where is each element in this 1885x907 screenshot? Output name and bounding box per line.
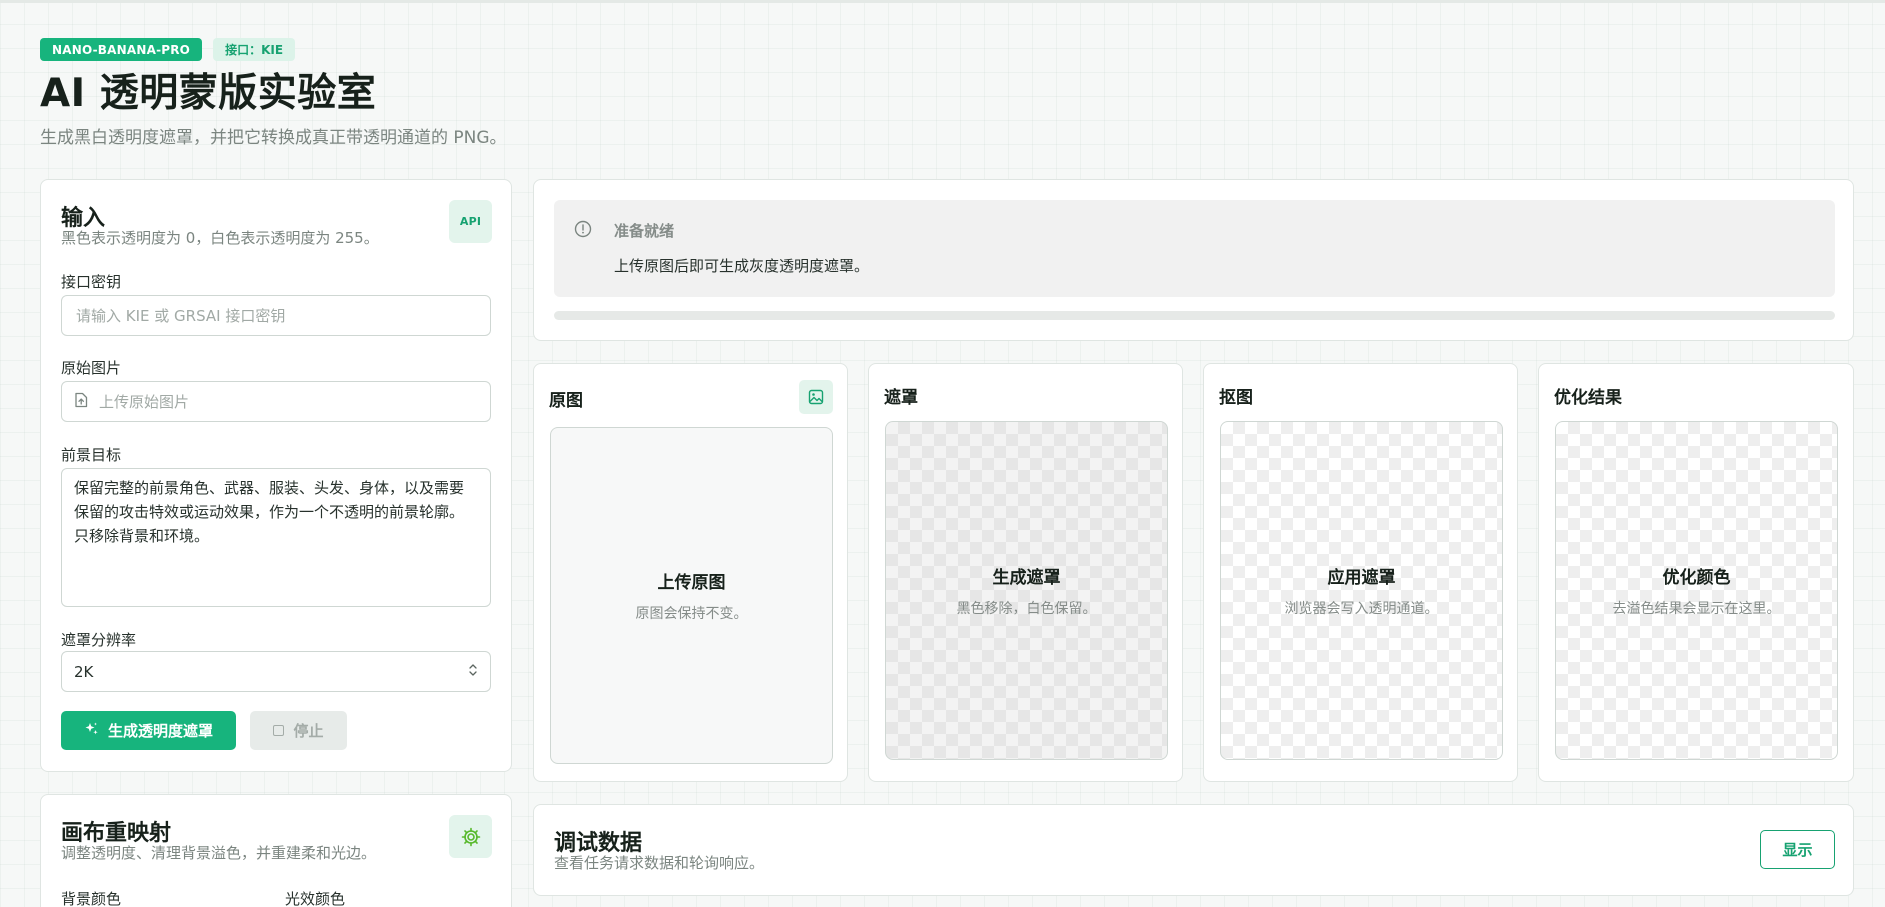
status-panel: 准备就绪 上传原图后即可生成灰度透明度遮罩。 <box>533 179 1854 341</box>
stop-button[interactable]: 停止 <box>250 711 347 750</box>
generate-mask-label: 生成透明度遮罩 <box>107 723 213 740</box>
stop-label: 停止 <box>293 723 324 740</box>
mask-resolution-select[interactable]: 2K <box>61 651 491 692</box>
foreground-target-textarea[interactable]: 保留完整的前景角色、武器、服装、头发、身体，以及需要保留的攻击特效或运动效果，作… <box>61 468 491 607</box>
page-title: AI 透明蒙版实验室 <box>40 71 377 116</box>
window-top-border <box>0 0 1885 3</box>
foreground-target-text: 保留完整的前景角色、武器、服装、头发、身体，以及需要保留的攻击特效或运动效果，作… <box>74 479 465 545</box>
page-subtitle: 生成黑白透明度遮罩，并把它转换成真正带透明通道的 PNG。 <box>40 128 507 148</box>
page-header: NANO-BANANA-PRO 接口：KIE AI 透明蒙版实验室 生成黑白透明… <box>40 38 507 148</box>
mask-resolution-value: 2K <box>74 662 94 681</box>
api-key-input[interactable]: 请输入 KIE 或 GRSAI 接口密钥 <box>61 295 491 336</box>
original-panel-title: 原图 <box>549 391 583 411</box>
chevron-up-down-icon <box>468 663 478 681</box>
progress-bar <box>554 311 1835 320</box>
header-badges: NANO-BANANA-PRO 接口：KIE <box>40 38 507 61</box>
mask-zone-desc: 黑色移除，白色保留。 <box>956 601 1097 617</box>
image-icon[interactable] <box>799 380 833 414</box>
info-circle-icon <box>574 220 592 242</box>
mask-resolution-label: 遮罩分辨率 <box>61 631 137 649</box>
model-badge: NANO-BANANA-PRO <box>40 38 203 61</box>
gear-icon[interactable] <box>449 815 492 858</box>
input-panel-description: 黑色表示透明度为 0，白色表示透明度为 255。 <box>61 229 379 247</box>
cutout-zone-desc: 浏览器会写入透明通道。 <box>1284 601 1439 617</box>
refined-preview-zone: 优化颜色 去溢色结果会显示在这里。 <box>1555 421 1838 760</box>
canvas-remap-panel: 画布重映射 调整透明度、清理背景溢色，并重建柔和光边。 背景颜色 光效颜色 <box>40 794 512 907</box>
refined-zone-title: 优化颜色 <box>1662 568 1731 588</box>
mask-zone-title: 生成遮罩 <box>992 568 1061 588</box>
status-title: 准备就绪 <box>614 222 675 240</box>
debug-panel: 调试数据 查看任务请求数据和轮询响应。 显示 <box>533 804 1854 896</box>
debug-description: 查看任务请求数据和轮询响应。 <box>554 854 765 872</box>
status-alert: 准备就绪 上传原图后即可生成灰度透明度遮罩。 <box>554 200 1835 297</box>
original-zone-desc: 原图会保持不变。 <box>635 606 748 622</box>
cutout-preview-zone: 应用遮罩 浏览器会写入透明通道。 <box>1220 421 1503 760</box>
original-image-panel: 原图 上传原图 原图会保持不变。 <box>533 363 848 782</box>
mask-panel-title: 遮罩 <box>884 388 918 408</box>
api-provider-badge: 接口：KIE <box>213 38 296 61</box>
refined-result-panel: 优化结果 优化颜色 去溢色结果会显示在这里。 <box>1538 363 1854 782</box>
stop-square-icon <box>273 725 285 736</box>
source-image-label: 原始图片 <box>61 359 122 377</box>
input-panel: 输入 黑色表示透明度为 0，白色表示透明度为 255。 API 接口密钥 请输入… <box>40 179 512 772</box>
api-badge-icon[interactable]: API <box>449 200 492 243</box>
api-key-placeholder: 请输入 KIE 或 GRSAI 接口密钥 <box>76 307 286 325</box>
cutout-panel-title: 抠图 <box>1219 388 1253 408</box>
background-color-label: 背景颜色 <box>61 890 122 907</box>
source-image-placeholder: 上传原始图片 <box>99 393 190 411</box>
foreground-target-label: 前景目标 <box>61 446 122 464</box>
canvas-remap-description: 调整透明度、清理背景溢色，并重建柔和光边。 <box>61 844 377 862</box>
refined-panel-title: 优化结果 <box>1554 388 1622 408</box>
original-zone-title: 上传原图 <box>657 573 726 593</box>
glow-color-label: 光效颜色 <box>285 890 346 907</box>
status-message: 上传原图后即可生成灰度透明度遮罩。 <box>614 257 870 275</box>
mask-panel: 遮罩 生成遮罩 黑色移除，白色保留。 <box>868 363 1183 782</box>
sparkle-icon <box>84 721 99 740</box>
refined-zone-desc: 去溢色结果会显示在这里。 <box>1612 601 1781 617</box>
cutout-panel: 抠图 应用遮罩 浏览器会写入透明通道。 <box>1203 363 1518 782</box>
show-debug-button[interactable]: 显示 <box>1760 830 1835 869</box>
cutout-zone-title: 应用遮罩 <box>1327 568 1396 588</box>
file-upload-icon <box>74 392 88 412</box>
mask-preview-zone: 生成遮罩 黑色移除，白色保留。 <box>885 421 1168 760</box>
api-key-label: 接口密钥 <box>61 273 122 291</box>
source-image-upload[interactable]: 上传原始图片 <box>61 381 491 422</box>
original-upload-zone[interactable]: 上传原图 原图会保持不变。 <box>550 427 833 764</box>
generate-mask-button[interactable]: 生成透明度遮罩 <box>61 711 236 750</box>
